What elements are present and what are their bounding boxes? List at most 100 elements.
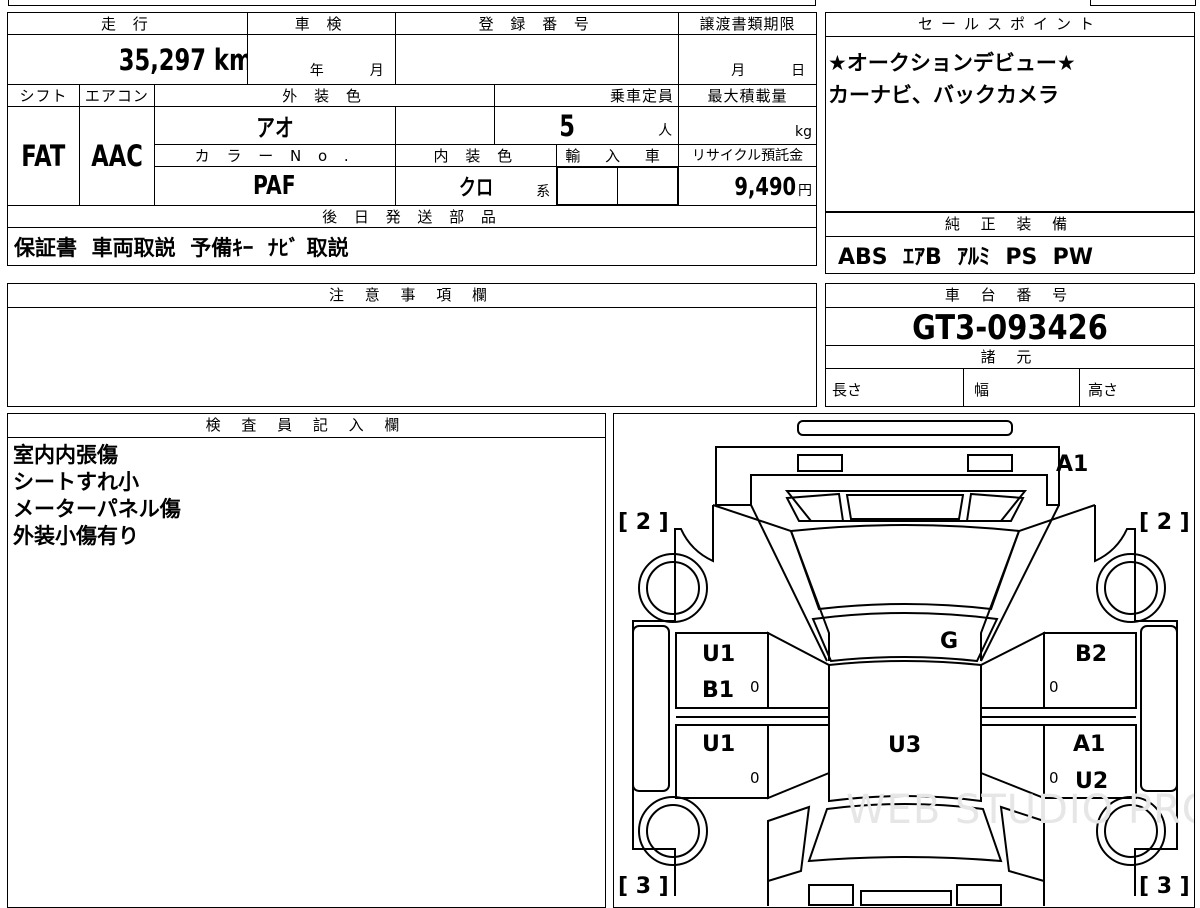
interior-color-cell: クロ 系	[394, 166, 558, 206]
recycle-cell: 9,490 円	[678, 166, 817, 206]
genuine-equipment-box: 純 正 装 備 ABS ｴｱB ｱﾙﾐ PS PW	[825, 212, 1195, 274]
zero-mark-1: 0	[750, 678, 760, 696]
front-bumper	[797, 420, 1013, 436]
max-load-cell: kg	[678, 106, 817, 145]
chassis-value: GT3-093426	[912, 308, 1108, 348]
shaken-label: 車 検	[246, 12, 396, 35]
dimension-length-label: 長さ	[832, 381, 863, 399]
vehicle-info-table: 走 行 車 検 登 録 番 号 譲渡書類期限 35,297 km 年 月 月 日…	[7, 12, 817, 266]
mileage-label: 走 行	[7, 12, 248, 35]
dimension-length-cell: 長さ	[826, 369, 964, 406]
interior-color-value: クロ	[458, 176, 493, 201]
mileage-value: 35,297 km	[118, 42, 248, 77]
zero-mark-4: 0	[1049, 769, 1059, 787]
cabin-center	[828, 660, 982, 803]
inspector-line-4: 外装小傷有り	[13, 524, 139, 548]
transfer-month: 月	[731, 63, 746, 79]
rear-left-door-mark: U1	[702, 732, 736, 757]
sales-point-line-2: カーナビ、バックカメラ	[828, 83, 1059, 107]
roof-mark: G	[940, 629, 959, 654]
chassis-box: 車 台 番 号 GT3-093426 諸 元 長さ 幅 高さ	[825, 283, 1195, 407]
dimension-height-cell: 高さ	[1080, 369, 1194, 406]
notes-box: 注 意 事 項 欄	[7, 283, 817, 407]
front-left-wheel-inner	[646, 561, 700, 615]
bumper-mark: A1	[1056, 452, 1089, 477]
max-load-unit: kg	[795, 124, 812, 140]
shift-label: シフト	[7, 84, 80, 107]
aircon-value: AAC	[91, 139, 143, 173]
damage-diagram-box: WEB STUDIO PRO [ 2 ] [ 2 ] [ 3 ] [ 3 ] A…	[613, 413, 1195, 908]
capacity-unit: 人	[658, 123, 673, 139]
left-sill	[632, 625, 670, 792]
recycle-unit: 円	[798, 182, 812, 199]
exterior-color-label: 外 装 色	[153, 84, 496, 107]
import-cell-right	[618, 168, 677, 204]
recycle-value: 9,490	[734, 171, 796, 201]
notes-label: 注 意 事 項 欄	[8, 284, 816, 308]
hood-inner	[845, 494, 965, 520]
rear-right-door-mark-2: U2	[1075, 769, 1109, 794]
aircon-cell: AAC	[78, 106, 155, 206]
top-edge-strip-right	[1090, 0, 1196, 6]
front-right-wheel-inner	[1104, 561, 1158, 615]
front-left-grade: [ 2 ]	[618, 510, 669, 535]
import-cell	[557, 167, 679, 205]
shift-value: FAT	[21, 139, 66, 173]
shaken-month: 月	[369, 63, 384, 79]
inspector-line-1: 室内内張傷	[13, 443, 118, 467]
rear-bumper-right	[956, 884, 1002, 906]
front-left-door-mark-2: B1	[702, 678, 735, 703]
rear-right-door-mark: A1	[1073, 732, 1106, 757]
inspector-line-2: シートすれ小	[13, 470, 139, 494]
left-headlight	[797, 454, 843, 472]
transfer-day: 日	[791, 63, 806, 79]
windshield	[789, 524, 1021, 611]
import-label: 輸 入 車	[556, 144, 680, 167]
center-mark: U3	[888, 733, 922, 758]
dimension-width-cell: 幅	[964, 369, 1080, 406]
roof	[811, 612, 999, 663]
exterior-color-cell: アオ	[153, 106, 396, 145]
interior-color-label: 内 装 色	[394, 144, 558, 167]
later-parts-cell: 保証書 車両取説 予備ｷｰ ﾅﾋﾞ 取説	[7, 227, 817, 266]
max-load-label: 最大積載量	[678, 84, 817, 107]
rear-bumper-left	[808, 884, 854, 906]
dimension-height-label: 高さ	[1088, 381, 1119, 399]
capacity-value: 5	[559, 109, 576, 143]
rear-bumper-center	[860, 890, 952, 906]
recycle-label: リサイクル預託金	[678, 144, 817, 167]
sales-point-box: セールスポイント ★オークションデビュー★ カーナビ、バックカメラ	[825, 12, 1195, 212]
shaken-year: 年	[309, 63, 324, 79]
color-no-label: カ ラ ー N o .	[153, 144, 396, 167]
registration-value	[394, 34, 680, 85]
front-right-grade: [ 2 ]	[1139, 510, 1190, 535]
front-left-door-mark: U1	[702, 642, 736, 667]
left-rear-quarter	[767, 805, 811, 883]
exterior-color-value: アオ	[255, 114, 294, 142]
body-left-outline	[632, 505, 714, 896]
dimension-width-label: 幅	[974, 381, 990, 399]
inspector-box: 検 査 員 記 入 欄 室内内張傷 シートすれ小 メーターパネル傷 外装小傷有り	[7, 413, 606, 908]
right-sill	[1140, 625, 1178, 792]
front-right-door-mark: B2	[1075, 642, 1108, 667]
inspector-label: 検 査 員 記 入 欄	[8, 414, 605, 438]
zero-mark-2: 0	[1049, 678, 1059, 696]
top-edge-strip	[8, 0, 816, 6]
transfer-cell: 月 日	[678, 34, 817, 85]
rear-left-grade: [ 3 ]	[618, 874, 669, 899]
dimensions-label: 諸 元	[826, 345, 1194, 369]
watermark: WEB STUDIO PRO	[846, 787, 1195, 833]
exterior-color-extra	[394, 106, 496, 145]
mileage-cell: 35,297 km	[7, 34, 248, 85]
front-right-wheel	[1096, 553, 1166, 623]
rear-left-wheel	[638, 796, 708, 866]
sales-point-label: セールスポイント	[826, 13, 1194, 37]
right-headlight	[967, 454, 1013, 472]
zero-mark-3: 0	[750, 769, 760, 787]
capacity-cell: 5 人	[494, 106, 680, 145]
color-no-value: PAF	[253, 171, 296, 201]
chassis-label: 車 台 番 号	[826, 284, 1194, 308]
inspector-notes: 室内内張傷 シートすれ小 メーターパネル傷 外装小傷有り	[13, 442, 181, 550]
genuine-equipment-value: ABS ｴｱB ｱﾙﾐ PS PW	[838, 245, 1094, 270]
interior-color-suffix: 系	[536, 184, 551, 200]
